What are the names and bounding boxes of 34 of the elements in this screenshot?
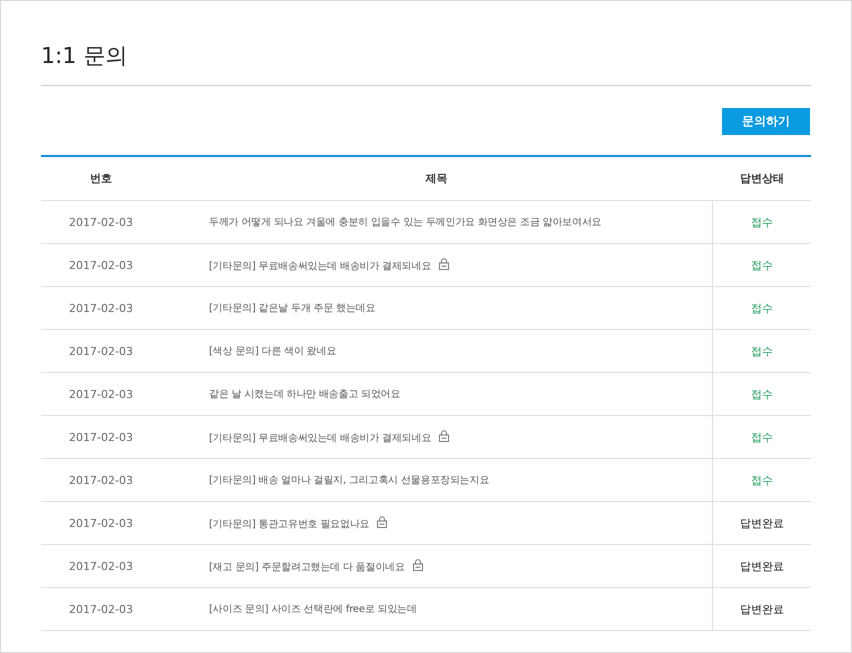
status-label: 접수	[712, 330, 811, 372]
status-label: 답변완료	[712, 544, 811, 588]
status-label: 접수	[712, 200, 811, 244]
date-cell: 2017-02-03	[41, 416, 161, 458]
subject-link[interactable]: 같은 날 시켰는데 하나만 배송출고 되었어요	[209, 389, 400, 400]
subject-link[interactable]: [기타문의] 통관고유번호 필요없나요	[209, 518, 370, 530]
status-label: 접수	[712, 458, 811, 502]
status-label: 접수	[712, 372, 811, 416]
status-label: 접수	[712, 286, 811, 330]
subject-link[interactable]: [재고 문의] 주문할려고했는데 다 품절이네요	[209, 562, 405, 572]
column-header: 번호	[41, 156, 161, 200]
status-label: 접수	[712, 416, 811, 458]
subject-link[interactable]: [기타문의] 배송 얼마나 걸릴지, 그리고혹시 선물용포장되는지요	[209, 475, 490, 486]
status-label: 답변완료	[712, 588, 811, 630]
subject-link[interactable]: [기타문의] 무료배송써있는데 배송비가 결제되네요	[209, 432, 432, 444]
subject-link[interactable]: [기타문의] 무료배송써있는데 배송비가 결제되네요	[209, 260, 432, 272]
date-cell: 2017-02-03	[41, 286, 161, 330]
subject-link[interactable]: 두께가 어떻게 되나요 겨울에 충분히 입을수 있는 두께인가요 화면상은 조금 얇아보여서요	[209, 217, 602, 228]
date-cell: 2017-02-03	[41, 458, 161, 502]
subject-link[interactable]: [기타문의] 같은날 두개 주문 했는데요	[209, 303, 376, 314]
date-cell: 2017-02-03	[41, 330, 161, 372]
date-cell: 2017-02-03	[41, 502, 161, 544]
date-cell: 2017-02-03	[41, 588, 161, 630]
page-title: 1:1 문의	[40, 43, 128, 71]
status-label: 답변완료	[712, 502, 811, 544]
date-cell: 2017-02-03	[41, 200, 161, 244]
subject-link[interactable]: [사이즈 문의] 사이즈 선택란에 free로 되있는데	[209, 604, 417, 615]
column-header: 답변상태	[712, 156, 811, 200]
date-cell: 2017-02-03	[41, 244, 161, 286]
date-cell: 2017-02-03	[41, 544, 161, 588]
column-header: 제목	[161, 156, 712, 200]
date-cell: 2017-02-03	[41, 372, 161, 416]
subject-link[interactable]: [색상 문의] 다른 색이 왔네요	[209, 346, 336, 357]
status-label: 접수	[712, 244, 811, 286]
